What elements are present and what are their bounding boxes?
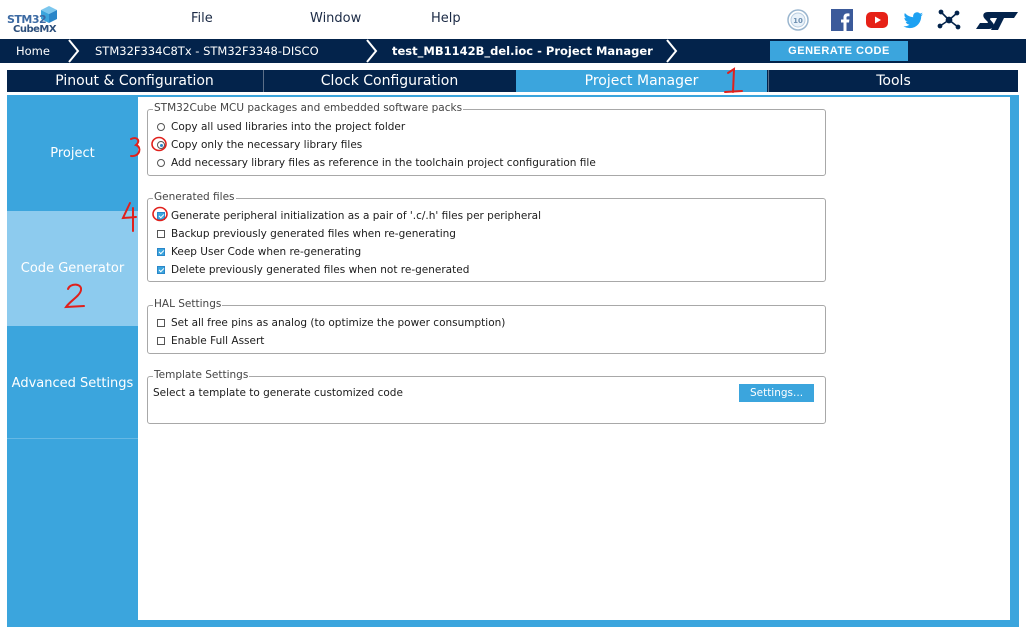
radio-button-icon[interactable] [157, 123, 165, 131]
logo-text-cubemx: CubeMX [13, 24, 57, 35]
radio-button-icon[interactable] [157, 159, 165, 167]
stm32cubemx-logo: STM32 CubeMX [5, 5, 61, 37]
horizontal-scrollbar[interactable] [7, 620, 710, 627]
hal-settings-group-title: HAL Settings [153, 298, 223, 310]
checkbox-icon[interactable] [157, 230, 165, 238]
checkbox-checked-icon[interactable] [157, 248, 165, 256]
top-menu-bar: STM32 CubeMX File Window Help 10 [0, 0, 1026, 39]
st-logo-icon[interactable] [974, 8, 1020, 32]
option-label: Generate peripheral initialization as a … [171, 210, 541, 222]
anniversary-10-icon[interactable]: 10 [786, 8, 810, 32]
chevron-right-icon [68, 39, 80, 63]
option-label: Set all free pins as analog (to optimize… [171, 317, 506, 329]
option-label: Add necessary library files as reference… [171, 157, 596, 169]
checkbox-checked-icon[interactable] [157, 266, 165, 274]
option-label: Copy all used libraries into the project… [171, 121, 406, 133]
main-tabs: Pinout & Configuration Clock Configurati… [7, 70, 1018, 92]
youtube-icon[interactable] [865, 8, 889, 32]
generated-files-group-title: Generated files [153, 191, 236, 203]
option-label: Copy only the necessary library files [171, 139, 363, 151]
option-label: Keep User Code when re-generating [171, 246, 362, 258]
packs-group-title: STM32Cube MCU packages and embedded soft… [153, 102, 464, 114]
checkbox-icon[interactable] [157, 337, 165, 345]
template-description: Select a template to generate customized… [153, 387, 403, 399]
hal-settings-group: HAL Settings Set all free pins as analog… [147, 298, 826, 354]
menu-help[interactable]: Help [431, 11, 461, 26]
template-settings-button[interactable]: Settings... [739, 384, 814, 402]
facebook-icon[interactable] [830, 8, 854, 32]
tab-clock-configuration[interactable]: Clock Configuration [263, 70, 515, 92]
option-label: Enable Full Assert [171, 335, 265, 347]
twitter-icon[interactable] [901, 8, 925, 32]
checkbox-checked-icon[interactable] [157, 212, 165, 220]
sidebar-item-project[interactable]: Project [7, 97, 138, 210]
template-settings-group-title: Template Settings [153, 369, 250, 381]
menu-file[interactable]: File [191, 11, 213, 26]
template-settings-group: Template Settings Select a template to g… [147, 369, 826, 424]
checkbox-icon[interactable] [157, 319, 165, 327]
sidebar-item-advanced-settings[interactable]: Advanced Settings [7, 327, 138, 439]
packs-group: STM32Cube MCU packages and embedded soft… [147, 102, 826, 176]
generate-code-button[interactable]: GENERATE CODE [770, 41, 908, 61]
radio-button-selected-icon[interactable] [157, 141, 165, 149]
sidebar-item-label: Advanced Settings [11, 376, 134, 391]
tab-pinout-configuration[interactable]: Pinout & Configuration [7, 70, 262, 92]
option-label: Delete previously generated files when n… [171, 264, 470, 276]
sidebar-item-code-generator[interactable]: Code Generator [7, 211, 138, 326]
tab-project-manager[interactable]: Project Manager [516, 70, 767, 92]
generated-files-group: Generated files Generate peripheral init… [147, 191, 826, 282]
breadcrumb-project[interactable]: test_MB1142B_del.ioc - Project Manager [392, 39, 653, 63]
menu-window[interactable]: Window [310, 11, 361, 26]
network-icon[interactable] [937, 8, 961, 32]
chevron-right-icon [366, 39, 378, 63]
breadcrumb-home[interactable]: Home [16, 39, 50, 63]
option-label: Backup previously generated files when r… [171, 228, 456, 240]
vertical-scrollbar[interactable] [1011, 95, 1019, 492]
breadcrumb-mcu[interactable]: STM32F334C8Tx - STM32F3348-DISCO [95, 39, 319, 63]
svg-text:10: 10 [793, 17, 803, 25]
sidebar-item-label: Project [50, 146, 95, 161]
chevron-right-icon [666, 39, 678, 63]
tab-tools[interactable]: Tools [768, 70, 1018, 92]
sidebar-item-label: Code Generator [20, 261, 125, 276]
